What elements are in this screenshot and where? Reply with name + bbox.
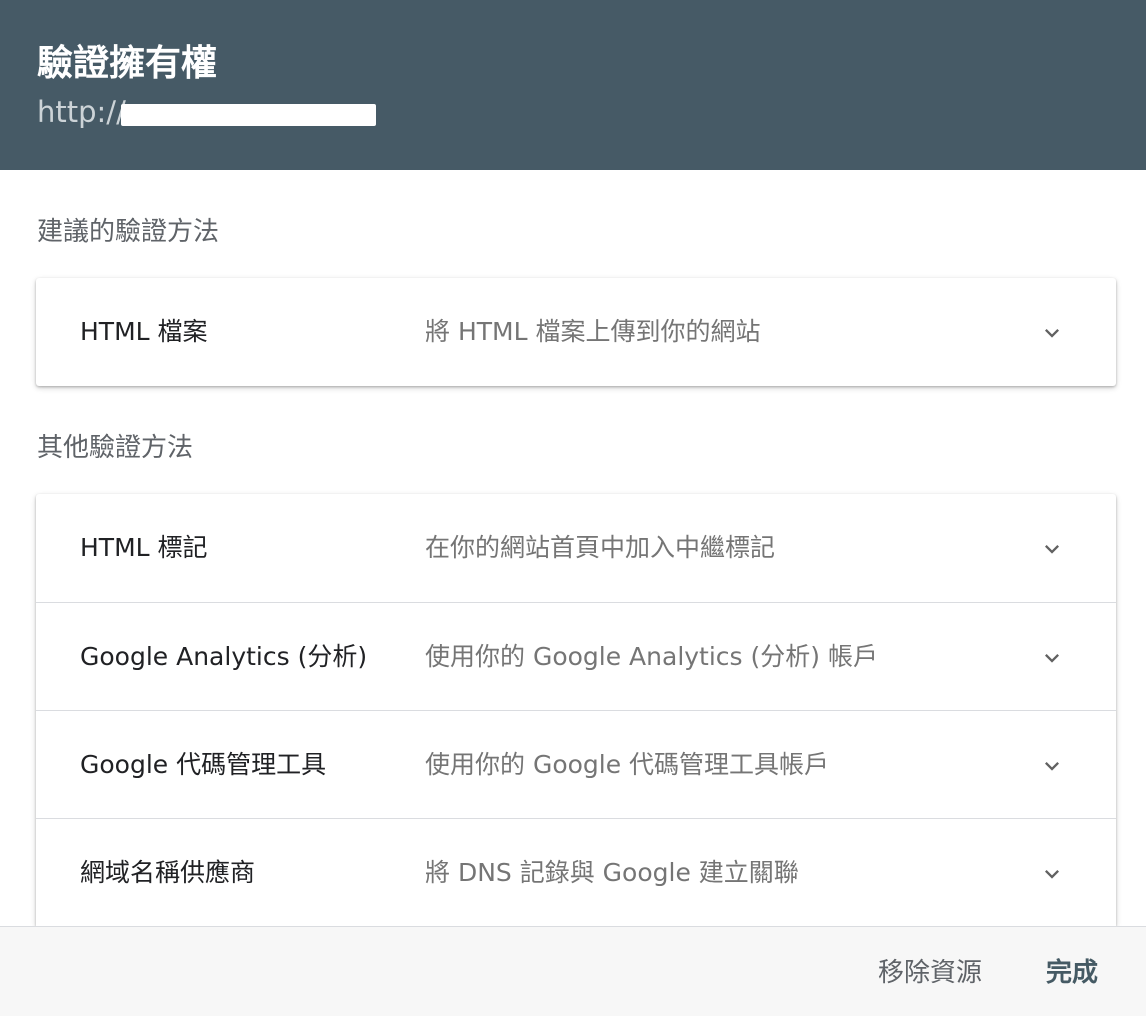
verify-ownership-dialog: 驗證擁有權 http:// 建議的驗證方法 HTML 檔案 將 HTML 檔案上… bbox=[0, 0, 1146, 1016]
property-url: http:// bbox=[37, 95, 126, 129]
dialog-header: 驗證擁有權 http:// bbox=[0, 0, 1146, 170]
done-button[interactable]: 完成 bbox=[1046, 949, 1098, 997]
chevron-down-icon[interactable] bbox=[1038, 752, 1066, 780]
method-name: Google Analytics (分析) bbox=[80, 642, 368, 671]
remove-property-button[interactable]: 移除資源 bbox=[878, 949, 982, 997]
url-redaction bbox=[121, 104, 376, 126]
dialog-footer: 移除資源 完成 bbox=[0, 926, 1146, 1016]
method-description: 將 DNS 記錄與 Google 建立關聯 bbox=[425, 858, 799, 887]
method-description: 將 HTML 檔案上傳到你的網站 bbox=[425, 317, 761, 346]
method-row-google-analytics[interactable]: Google Analytics (分析) 使用你的 Google Analyt… bbox=[36, 602, 1116, 710]
chevron-down-icon[interactable] bbox=[1038, 860, 1066, 888]
chevron-down-icon[interactable] bbox=[1038, 535, 1066, 563]
method-description: 使用你的 Google Analytics (分析) 帳戶 bbox=[425, 642, 878, 671]
method-row-html-tag[interactable]: HTML 標記 在你的網站首頁中加入中繼標記 bbox=[36, 494, 1116, 602]
method-description: 使用你的 Google 代碼管理工具帳戶 bbox=[425, 750, 830, 779]
method-name: HTML 檔案 bbox=[80, 317, 208, 346]
method-description: 在你的網站首頁中加入中繼標記 bbox=[425, 533, 776, 562]
method-name: Google 代碼管理工具 bbox=[80, 750, 327, 779]
method-row-html-file[interactable]: HTML 檔案 將 HTML 檔案上傳到你的網站 bbox=[36, 278, 1116, 386]
recommended-methods-card: HTML 檔案 將 HTML 檔案上傳到你的網站 bbox=[36, 278, 1116, 386]
method-name: HTML 標記 bbox=[80, 533, 208, 562]
method-name: 網域名稱供應商 bbox=[80, 858, 256, 887]
other-methods-label: 其他驗證方法 bbox=[37, 433, 194, 463]
method-row-domain-provider[interactable]: 網域名稱供應商 將 DNS 記錄與 Google 建立關聯 bbox=[36, 818, 1116, 926]
method-row-tag-manager[interactable]: Google 代碼管理工具 使用你的 Google 代碼管理工具帳戶 bbox=[36, 710, 1116, 818]
chevron-down-icon[interactable] bbox=[1038, 644, 1066, 672]
other-methods-card: HTML 標記 在你的網站首頁中加入中繼標記 Google Analytics … bbox=[36, 494, 1116, 926]
dialog-title: 驗證擁有權 bbox=[37, 43, 218, 84]
chevron-down-icon[interactable] bbox=[1038, 319, 1066, 347]
recommended-methods-label: 建議的驗證方法 bbox=[37, 217, 220, 247]
